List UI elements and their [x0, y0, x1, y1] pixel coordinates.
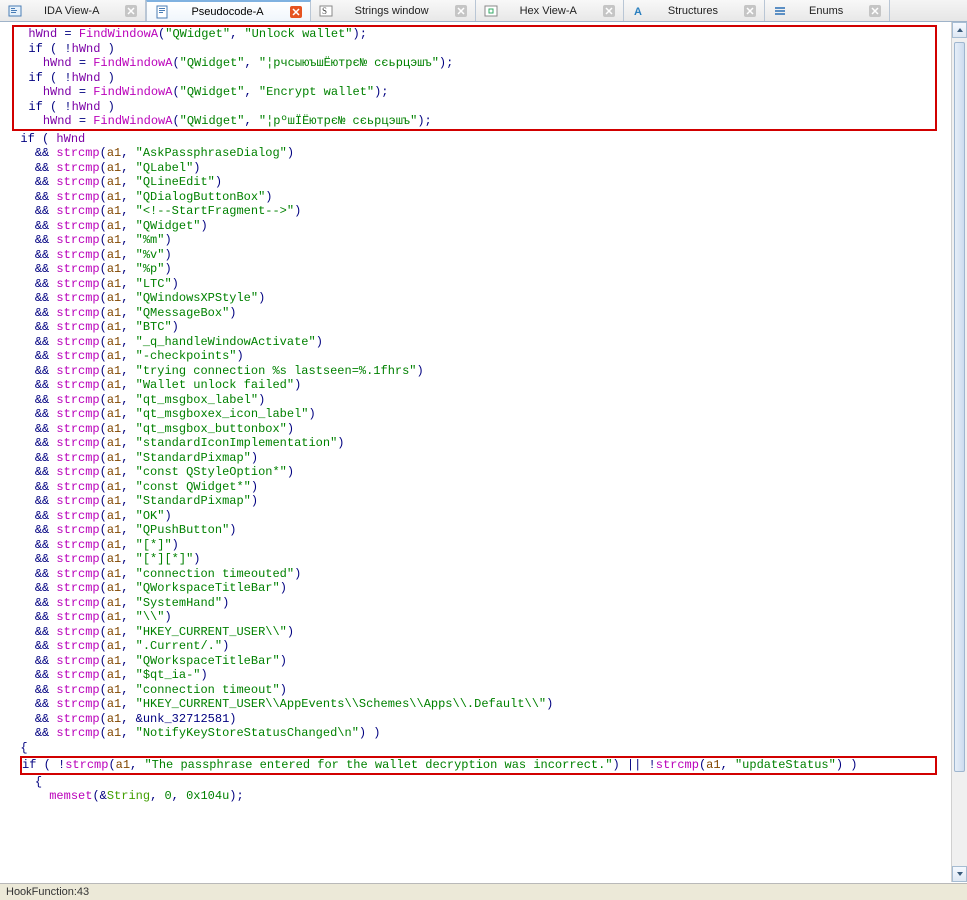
- tab-close-icon[interactable]: [455, 5, 467, 17]
- code-line: if ( !hWnd ): [14, 42, 935, 57]
- highlighted-passphrase-check: if ( !strcmp(a1, "The passphrase entered…: [20, 756, 937, 775]
- strcmp-line: && strcmp(a1, "HKEY_CURRENT_USER\\"): [6, 625, 945, 640]
- strcmp-line: && strcmp(a1, "\\"): [6, 610, 945, 625]
- code-line: if ( !strcmp(a1, "The passphrase entered…: [22, 758, 935, 773]
- strcmp-line: && strcmp(a1, "BTC"): [6, 320, 945, 335]
- strcmp-line: && strcmp(a1, ".Current/."): [6, 639, 945, 654]
- tab-label: Strings window: [337, 5, 447, 17]
- status-bar: HookFunction:43: [0, 883, 967, 900]
- code-line: hWnd = FindWindowA("QWidget", "¦рчсыюъшЁ…: [14, 56, 935, 71]
- strcmp-line: && strcmp(a1, "%m"): [6, 233, 945, 248]
- tab-structures[interactable]: A Structures: [624, 0, 765, 21]
- tab-label: Enums: [791, 5, 861, 17]
- strcmp-line: && strcmp(a1, "-checkpoints"): [6, 349, 945, 364]
- tab-close-icon[interactable]: [869, 5, 881, 17]
- strcmp-line: && strcmp(a1, "QMessageBox"): [6, 306, 945, 321]
- strcmp-line: && strcmp(a1, "<!--StartFragment-->"): [6, 204, 945, 219]
- tab-bar: IDA View-A Pseudocode-A S Strings window Hex…: [0, 0, 967, 22]
- code-line: hWnd = FindWindowA("QWidget", "¦рºшЇЁютр…: [14, 114, 935, 129]
- status-text: HookFunction:43: [6, 886, 89, 898]
- strcmp-line: && strcmp(a1, "StandardPixmap"): [6, 451, 945, 466]
- tab-enums[interactable]: Enums: [765, 0, 890, 21]
- tab-close-icon[interactable]: [744, 5, 756, 17]
- tab-pseudocode-a[interactable]: Pseudocode-A: [146, 0, 310, 21]
- pseudo-icon: [155, 5, 169, 19]
- strcmp-line: && strcmp(a1, "QWidget"): [6, 219, 945, 234]
- code-line: if ( !hWnd ): [14, 71, 935, 86]
- strcmp-line: && strcmp(a1, "QWorkspaceTitleBar"): [6, 581, 945, 596]
- strcmp-line: && strcmp(a1, "Wallet unlock failed"): [6, 378, 945, 393]
- strcmp-line: && strcmp(a1, "QDialogButtonBox"): [6, 190, 945, 205]
- strcmp-line: && strcmp(a1, "qt_msgboxex_icon_label"): [6, 407, 945, 422]
- strcmp-line: && strcmp(a1, "QLineEdit"): [6, 175, 945, 190]
- strcmp-line: && strcmp(a1, "qt_msgbox_label"): [6, 393, 945, 408]
- strcmp-line: && strcmp(a1, "connection timeout"): [6, 683, 945, 698]
- code-line: memset(&String, 0, 0x104u);: [6, 789, 945, 804]
- strcmp-line: && strcmp(a1, "AskPassphraseDialog"): [6, 146, 945, 161]
- strcmp-line: && strcmp(a1, "SystemHand"): [6, 596, 945, 611]
- strcmp-line: && strcmp(a1, "const QWidget*"): [6, 480, 945, 495]
- strcmp-line: && strcmp(a1, "QLabel"): [6, 161, 945, 176]
- tab-close-icon[interactable]: [290, 6, 302, 18]
- strcmp-line: && strcmp(a1, "[*]"): [6, 538, 945, 553]
- code-line: hWnd = FindWindowA("QWidget", "Unlock wa…: [14, 27, 935, 42]
- code-line: {: [6, 775, 945, 790]
- strcmp-line: && strcmp(a1, "NotifyKeyStoreStatusChang…: [6, 726, 945, 741]
- strcmp-line: && strcmp(a1, &unk_32712581): [6, 712, 945, 727]
- strcmp-line: && strcmp(a1, "StandardPixmap"): [6, 494, 945, 509]
- tab-label: Hex View-A: [502, 5, 595, 17]
- ida-icon: [8, 4, 22, 18]
- tab-hex-view-a[interactable]: Hex View-A: [476, 0, 624, 21]
- strcmp-line: && strcmp(a1, "QWindowsXPStyle"): [6, 291, 945, 306]
- tab-label: IDA View-A: [26, 5, 117, 17]
- strings-icon: S: [319, 4, 333, 18]
- tab-close-icon[interactable]: [125, 5, 137, 17]
- tab-ida-view-a[interactable]: IDA View-A: [0, 0, 146, 21]
- strcmp-line: && strcmp(a1, "_q_handleWindowActivate"): [6, 335, 945, 350]
- strcmp-line: && strcmp(a1, "HKEY_CURRENT_USER\\AppEve…: [6, 697, 945, 712]
- strcmp-line: && strcmp(a1, "standardIconImplementatio…: [6, 436, 945, 451]
- strcmp-line: && strcmp(a1, "connection timeouted"): [6, 567, 945, 582]
- tab-label: Structures: [650, 5, 736, 17]
- strcmp-line: && strcmp(a1, "OK"): [6, 509, 945, 524]
- strcmp-line: && strcmp(a1, "const QStyleOption*"): [6, 465, 945, 480]
- highlighted-findwindow-block: hWnd = FindWindowA("QWidget", "Unlock wa…: [12, 25, 937, 131]
- vertical-scrollbar[interactable]: [951, 22, 967, 882]
- tab-close-icon[interactable]: [603, 5, 615, 17]
- enums-icon: [773, 4, 787, 18]
- code-area: hWnd = FindWindowA("QWidget", "Unlock wa…: [0, 22, 951, 807]
- code-line: if ( hWnd: [6, 132, 945, 147]
- struct-icon: A: [632, 4, 646, 18]
- hex-icon: [484, 4, 498, 18]
- strcmp-line: && strcmp(a1, "%p"): [6, 262, 945, 277]
- code-line: {: [6, 741, 945, 756]
- strcmp-line: && strcmp(a1, "QPushButton"): [6, 523, 945, 538]
- strcmp-line: && strcmp(a1, "trying connection %s last…: [6, 364, 945, 379]
- strcmp-line: && strcmp(a1, "QWorkspaceTitleBar"): [6, 654, 945, 669]
- strcmp-line: && strcmp(a1, "$qt_ia-"): [6, 668, 945, 683]
- strcmp-line: && strcmp(a1, "%v"): [6, 248, 945, 263]
- strcmp-line: && strcmp(a1, "qt_msgbox_buttonbox"): [6, 422, 945, 437]
- code-line: hWnd = FindWindowA("QWidget", "Encrypt w…: [14, 85, 935, 100]
- strcmp-line: && strcmp(a1, "LTC"): [6, 277, 945, 292]
- scroll-down-button[interactable]: [952, 866, 967, 882]
- scroll-up-button[interactable]: [952, 22, 967, 38]
- svg-text:A: A: [634, 6, 642, 18]
- code-line: if ( !hWnd ): [14, 100, 935, 115]
- tab-strings-window[interactable]: S Strings window: [311, 0, 476, 21]
- svg-text:S: S: [322, 6, 327, 16]
- strcmp-line: && strcmp(a1, "[*][*]"): [6, 552, 945, 567]
- pseudocode-pane: hWnd = FindWindowA("QWidget", "Unlock wa…: [0, 22, 951, 882]
- scroll-thumb[interactable]: [954, 42, 965, 772]
- tab-label: Pseudocode-A: [173, 6, 281, 18]
